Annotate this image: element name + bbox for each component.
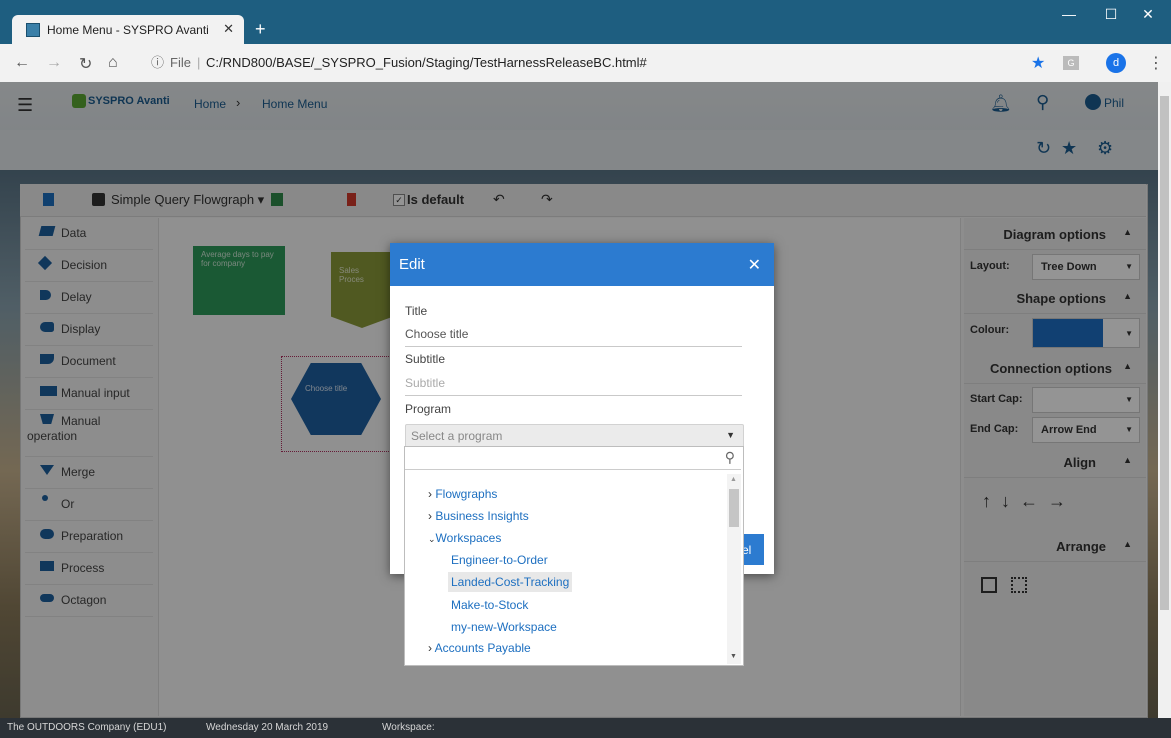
url-text: C:/RND800/BASE/_SYSPRO_Fusion/Staging/Te… (206, 55, 647, 70)
option-group-workspaces[interactable]: ⌄Workspaces (428, 528, 501, 548)
profile-avatar[interactable]: d (1106, 53, 1126, 73)
option-landed-cost-tracking[interactable]: Landed-Cost-Tracking (448, 572, 573, 592)
subtitle-placeholder: Subtitle (405, 376, 446, 390)
minimize-window-button[interactable]: — (1046, 6, 1092, 22)
program-search-input[interactable]: ⚲ (405, 447, 741, 470)
status-date: Wednesday 20 March 2019 (206, 722, 329, 733)
forward-icon[interactable]: → (46, 54, 62, 72)
new-tab-button[interactable]: + (255, 19, 266, 40)
option-group-flowgraphs[interactable]: › Flowgraphs (428, 484, 497, 504)
edit-dialog-header: Edit ✕ (390, 243, 774, 286)
info-icon[interactable]: ⓘ (151, 51, 164, 75)
chevron-right-icon: › (428, 641, 432, 655)
address-bar[interactable]: ⓘ File | C:/RND800/BASE/_SYSPRO_Fusion/S… (139, 51, 1059, 75)
close-window-button[interactable]: ✕ (1125, 6, 1171, 23)
browser-menu-icon[interactable]: ⋮ (1148, 53, 1164, 73)
program-label: Program (405, 402, 452, 416)
option-group-accounts-payable[interactable]: › Accounts Payable (428, 638, 531, 658)
subtitle-input[interactable]: Subtitle (405, 373, 742, 396)
back-icon[interactable]: ← (14, 54, 30, 72)
reload-icon[interactable]: ↻ (79, 54, 92, 74)
program-select[interactable]: Select a program ▼ (405, 424, 744, 448)
program-placeholder: Select a program (411, 429, 503, 443)
search-icon: ⚲ (724, 449, 735, 465)
subtitle-label: Subtitle (405, 352, 446, 366)
extension-icon[interactable]: G (1063, 56, 1079, 70)
tab-title: Home Menu - SYSPRO Avanti (47, 23, 209, 37)
status-bar: The OUTDOORS Company (EDU1) Wednesday 20… (0, 718, 1171, 738)
page-scrollbar-thumb[interactable] (1160, 96, 1169, 610)
title-input-value: Choose title (405, 327, 469, 341)
chevron-down-icon: ⌄ (428, 534, 436, 544)
close-dialog-icon[interactable]: ✕ (748, 255, 761, 275)
browser-toolbar: ← → ↻ ⌂ ⓘ File | C:/RND800/BASE/_SYSPRO_… (0, 44, 1171, 83)
browser-tab-bar: Home Menu - SYSPRO Avanti ✕ + — ☐ ✕ (0, 0, 1171, 44)
status-company: The OUTDOORS Company (EDU1) (7, 722, 167, 733)
title-label: Title (405, 304, 428, 318)
url-scheme: File (170, 55, 191, 70)
chevron-right-icon: › (428, 487, 432, 501)
browser-tab[interactable]: Home Menu - SYSPRO Avanti ✕ (12, 15, 244, 44)
chevron-down-icon: ▼ (726, 430, 735, 440)
option-engineer-to-order[interactable]: Engineer-to-Order (451, 550, 548, 570)
url-separator: | (197, 55, 201, 70)
option-my-new-workspace[interactable]: my-new-Workspace (451, 617, 557, 637)
option-make-to-stock[interactable]: Make-to-Stock (451, 595, 528, 615)
edit-dialog-title: Edit (399, 256, 425, 273)
chevron-right-icon: › (428, 509, 432, 523)
home-icon[interactable]: ⌂ (108, 54, 118, 72)
status-workspace: Workspace: (382, 722, 435, 733)
option-group-business-insights[interactable]: › Business Insights (428, 506, 529, 526)
scroll-up-icon[interactable]: ▲ (730, 476, 737, 483)
syspro-favicon-icon (26, 23, 40, 37)
scroll-down-icon[interactable]: ▼ (730, 653, 737, 660)
title-input[interactable]: Choose title (405, 324, 742, 347)
bookmark-star-icon[interactable]: ★ (1031, 53, 1045, 73)
dropdown-scrollbar-thumb[interactable] (729, 489, 739, 527)
close-tab-icon[interactable]: ✕ (223, 21, 234, 37)
